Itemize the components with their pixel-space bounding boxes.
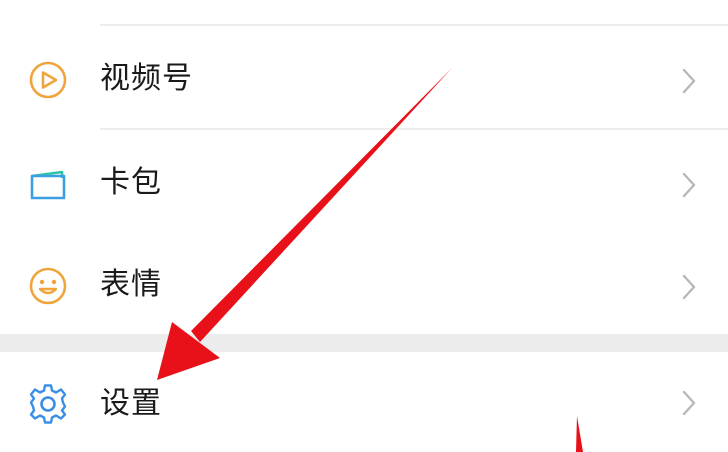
chevron-right-icon (678, 272, 700, 302)
chevron-right-icon (678, 388, 700, 418)
smiley-icon (26, 264, 70, 308)
menu-item-label: 视频号 (100, 61, 193, 96)
wechat-me-menu: 视频号 卡包 表情 设置 (0, 0, 728, 452)
section-separator (0, 334, 728, 352)
card-wallet-icon (26, 162, 70, 206)
menu-item-settings[interactable]: 设置 (0, 352, 728, 452)
gear-icon (26, 382, 70, 426)
menu-item-label: 设置 (100, 386, 162, 421)
menu-item-card-wallet[interactable]: 卡包 (0, 130, 728, 234)
menu-item-channels[interactable]: 视频号 (0, 26, 728, 130)
menu-item-stickers[interactable]: 表情 (0, 232, 728, 336)
menu-item-label: 卡包 (100, 165, 162, 200)
chevron-right-icon (678, 66, 700, 96)
menu-item-label: 表情 (100, 267, 162, 302)
play-circle-icon (26, 58, 70, 102)
chevron-right-icon (678, 170, 700, 200)
